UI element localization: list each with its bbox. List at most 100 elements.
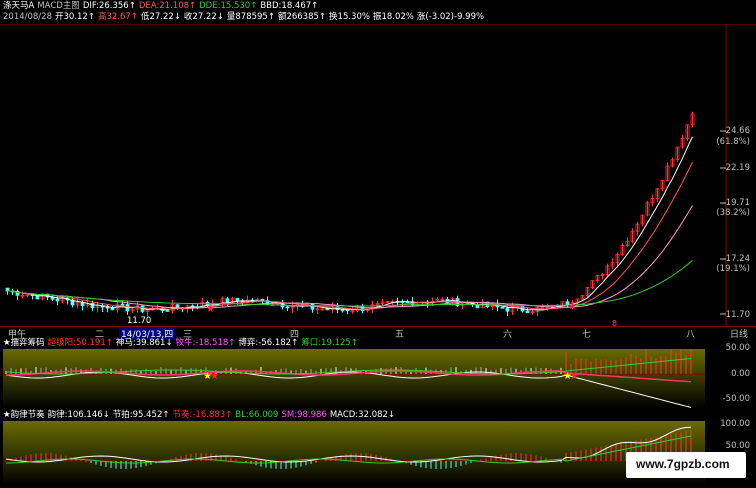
candle [675, 146, 680, 162]
candle [660, 179, 665, 192]
chip-legend-item-1: 超级阳:50.191↑ [47, 338, 113, 348]
low-price-annotation: 11.70 [127, 316, 152, 326]
chip-legend-item-2: 神马:39.861↓ [115, 338, 173, 348]
price-axis-label-1: (61.8%) [716, 137, 750, 147]
quote-header: 2014/08/28 开30.12↑ 高32.67↑ 低27.22↓ 收27.22↓ 量8… [3, 12, 487, 23]
rhythm-indicator-panel[interactable] [3, 421, 705, 485]
ma60-line [7, 259, 693, 307]
rhythm-axis-label-0: 100.00 [720, 419, 750, 429]
chip-axis-label-2: -50.00 [722, 394, 750, 404]
chip-axis-label-1: 0.00 [731, 369, 750, 379]
watermark-text: www.7gpzb.com [636, 457, 730, 471]
candle [665, 162, 670, 181]
rhythm-legend-item-4: BL:66.009 [235, 410, 279, 420]
quote-value-5: 量878595↑ [226, 12, 275, 22]
rhythm-legend-item-6: MACD:32.082↓ [329, 410, 396, 420]
indicator-value-5: BBD:18.467↑ [260, 1, 319, 11]
quote-value-6: 额266385↑ [277, 12, 327, 22]
candle [440, 297, 445, 301]
rhythm-legend-item-3: 节奏:-16.883↑ [172, 410, 233, 420]
candle [310, 303, 315, 313]
ma10-line [7, 161, 693, 310]
indicator-value-2: DIF:26.356↑ [82, 1, 136, 11]
candle [480, 299, 485, 309]
quote-value-0: 2014/08/28 [3, 12, 52, 22]
candles [5, 111, 695, 317]
quote-value-8: 振18.02% [372, 12, 414, 22]
date-axis-label-9: 日线 [730, 330, 749, 340]
candle [680, 134, 685, 149]
chip-legend-item-5: 筹口:19.125↑ [301, 338, 358, 348]
beat-line [5, 435, 692, 464]
rhythm-legend-item-0: ★韵律节奏 [3, 410, 45, 420]
candle [670, 157, 675, 168]
chip-indicator-legend: ★擂弈筹码 超级阳:50.191↑ 神马:39.861↓ 牧牛:-18.518↑ 博弈:… [3, 338, 361, 349]
candle [615, 252, 620, 267]
date-axis-marker: 8 [612, 319, 618, 328]
rhythm-indicator-legend: ★韵律节奏 韵律:106.146↓ 节拍:95.452↑ 节奏:-16.883↑ BL:… [3, 410, 398, 421]
rhythm-legend-item-5: SM:98.986 [281, 410, 327, 420]
candle [650, 194, 655, 207]
quote-value-9: 涨(-3.02)-9.99% [416, 12, 485, 22]
chip-indicator-panel[interactable]: ★ ★ ★ ★ [3, 347, 705, 408]
candle [525, 307, 530, 314]
ma5-line [7, 136, 693, 311]
quote-value-3: 低27.22↓ [140, 12, 181, 22]
candle [610, 258, 615, 270]
candle [385, 301, 390, 304]
chip-legend-item-3: 牧牛:-18.518↑ [175, 338, 236, 348]
candle [645, 200, 650, 217]
indicator-header: 涤天马A MACD主图 DIF:26.356↑ DEA:21.108↑ DDE:15.5… [3, 1, 321, 12]
signal-star-icon: ★ [570, 371, 579, 382]
price-axis-label-5: 17.24 [725, 254, 750, 264]
candle [590, 280, 595, 290]
chip-line-bogame [5, 371, 692, 408]
candle [170, 299, 175, 314]
candle [620, 243, 625, 256]
date-axis-label-5: 五 [395, 330, 405, 340]
price-axis-label-2: 22.19 [725, 163, 750, 173]
signal-star-icon: ★ [210, 371, 219, 382]
ma20-line [7, 205, 693, 309]
candle [105, 303, 110, 313]
indicator-value-1: MACD主图 [37, 1, 80, 11]
candle [335, 302, 340, 314]
price-axis-label-3: 19.71 [725, 198, 750, 208]
candle [370, 300, 375, 313]
candle [580, 295, 585, 300]
candle [690, 111, 695, 128]
main-candlestick-chart[interactable]: ★ ★ [0, 24, 756, 326]
chip-indicator-plot: ★★ ★★ [3, 347, 705, 408]
candle [100, 303, 105, 313]
candle [685, 124, 690, 141]
signal-star-icon: ★ [206, 304, 215, 315]
candle [380, 298, 385, 306]
chip-legend-item-0: ★擂弈筹码 [3, 338, 45, 348]
candle [585, 286, 590, 298]
candle [630, 228, 635, 244]
indicator-value-3: DEA:21.108↑ [138, 1, 197, 11]
candle [635, 221, 640, 236]
quote-value-1: 开30.12↑ [55, 12, 95, 22]
indicator-value-4: DDE:15.530↑ [199, 1, 258, 11]
price-axis-label-7: 11.70 [725, 310, 750, 320]
candle [640, 214, 645, 227]
quote-value-7: 换15.30% [329, 12, 370, 22]
price-axis-label-4: (38.2%) [716, 208, 750, 218]
chip-axis-label-0: 50.00 [725, 343, 750, 353]
date-axis-label-7: 七 [582, 330, 592, 340]
rhythm-legend-item-1: 韵律:106.146↓ [47, 410, 110, 420]
candle [600, 272, 605, 280]
candle [15, 289, 20, 300]
indicator-value-0: 涤天马A [3, 1, 35, 11]
chip-legend-item-4: 博弈:-56.182↑ [238, 338, 299, 348]
rhythm-indicator-plot [3, 426, 705, 469]
candle [140, 305, 145, 314]
candle [595, 274, 600, 283]
candle [360, 303, 365, 314]
candle [285, 305, 290, 312]
rhythm-axis-label-1: 50.00 [725, 441, 750, 451]
signal-star-icon: ★ [568, 301, 577, 312]
quote-value-4: 收27.22↓ [183, 12, 224, 22]
date-axis-label-8: 八 [686, 330, 696, 340]
